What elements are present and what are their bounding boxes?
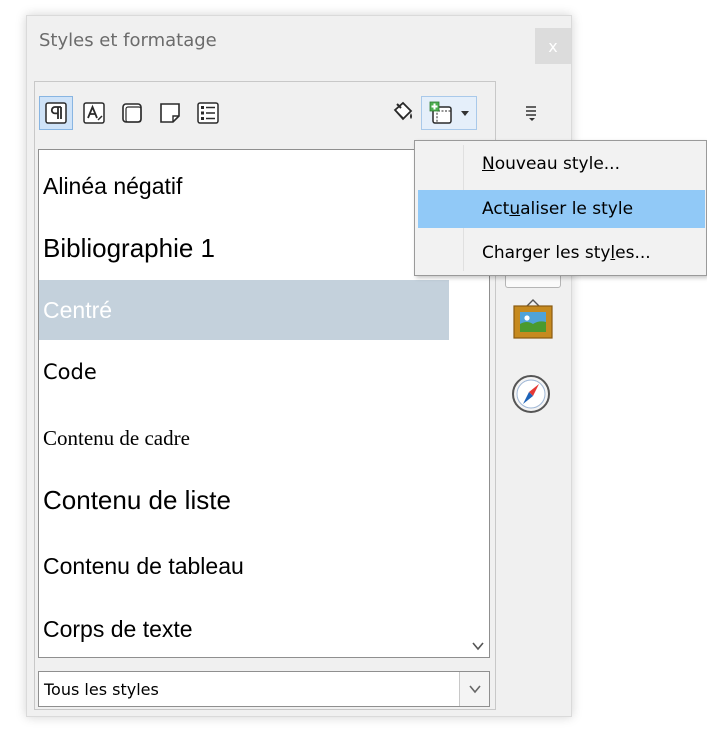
list-item[interactable]: Corps de texte	[39, 599, 449, 657]
list-item[interactable]: Contenu de liste	[39, 470, 449, 530]
character-styles-button[interactable]	[77, 96, 111, 130]
menu-item-update-style[interactable]: Act u aliser le style	[418, 190, 705, 228]
deck-menu-icon[interactable]	[524, 105, 540, 123]
paint-bucket-icon	[393, 101, 413, 121]
paragraph-styles-button[interactable]	[39, 96, 73, 130]
menu-item-label: ouveau style...	[494, 154, 620, 174]
new-style-menu: Nouveau style... Act u aliser le style Cha…	[414, 140, 707, 276]
menu-item-label: aliser le style	[520, 199, 634, 219]
style-label: Centré	[43, 296, 113, 323]
chevron-down-icon	[461, 111, 469, 116]
fill-format-mode-button[interactable]	[385, 96, 419, 130]
style-filter-select[interactable]: Tous les styles	[38, 671, 490, 707]
list-item[interactable]: Contenu de cadre	[39, 408, 449, 468]
scroll-down-icon[interactable]	[471, 639, 485, 653]
style-label: Alinéa négatif	[43, 172, 183, 199]
frame-styles-icon	[122, 103, 142, 123]
list-item[interactable]: Alinéa négatif	[39, 156, 449, 216]
chevron-down-icon	[468, 685, 481, 694]
screen-root: Styles et formatage x Alinéa négatif Bib…	[0, 0, 707, 732]
list-item[interactable]: Code	[39, 342, 449, 402]
menu-item-load-styles[interactable]: Charger les sty l es...	[418, 234, 705, 272]
styles-formatting-dialog: Styles et formatage x Alinéa négatif Bib…	[26, 15, 572, 717]
menu-item-label: Charger les sty	[482, 243, 611, 263]
style-label: Contenu de cadre	[43, 425, 190, 450]
menu-item-accelerator: u	[509, 199, 521, 219]
style-label: Contenu de tableau	[43, 552, 244, 579]
style-filter-dropdown-button[interactable]	[459, 672, 489, 706]
style-label: Code	[43, 360, 97, 384]
menu-item-new-style[interactable]: Nouveau style...	[418, 145, 705, 183]
style-label: Contenu de liste	[43, 484, 231, 515]
list-styles-icon	[197, 102, 219, 124]
new-style-dropdown-button[interactable]	[421, 96, 477, 130]
list-styles-button[interactable]	[191, 96, 225, 130]
style-filter-value: Tous les styles	[44, 680, 159, 699]
gallery-icon[interactable]	[511, 298, 555, 344]
list-item[interactable]: Bibliographie 1	[39, 218, 449, 278]
page-styles-button[interactable]	[153, 96, 187, 130]
menu-item-label: Act	[482, 199, 510, 219]
close-button[interactable]: x	[535, 28, 571, 64]
paragraph-styles-icon	[45, 102, 67, 124]
menu-item-label: es...	[615, 243, 651, 263]
frame-styles-button[interactable]	[115, 96, 149, 130]
dialog-title: Styles et formatage	[39, 30, 217, 51]
new-style-from-selection-icon	[429, 101, 452, 124]
style-label: Bibliographie 1	[43, 232, 216, 263]
list-item-selected[interactable]: Centré	[39, 280, 449, 340]
navigator-icon[interactable]	[510, 373, 552, 415]
character-styles-icon	[83, 102, 105, 124]
page-styles-icon	[160, 103, 180, 123]
close-icon: x	[548, 36, 558, 56]
menu-item-accelerator: N	[482, 154, 495, 174]
list-item[interactable]: Contenu de tableau	[39, 536, 449, 596]
style-label: Corps de texte	[43, 615, 193, 642]
